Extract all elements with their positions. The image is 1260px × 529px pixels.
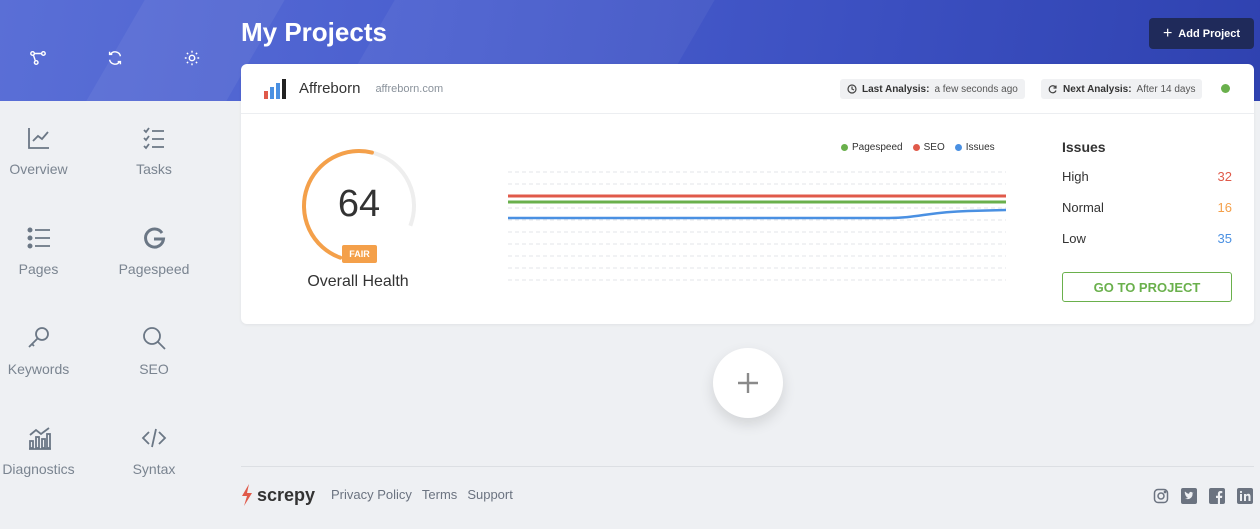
- project-logo-icon: [264, 78, 286, 99]
- project-card-header: Affreborn affreborn.com Last Analysis: a…: [241, 64, 1254, 114]
- line-chart-icon: [27, 128, 49, 149]
- sidebar-item-label: Pagespeed: [118, 261, 190, 277]
- issues-line: [508, 208, 1006, 220]
- list-icon: [27, 227, 50, 249]
- chart-legend: Pagespeed SEO Issues: [841, 142, 995, 153]
- add-project-button[interactable]: + Add Project: [1149, 18, 1254, 49]
- issue-row-low: Low 35: [1062, 231, 1232, 246]
- project-card: Affreborn affreborn.com Last Analysis: a…: [241, 64, 1254, 324]
- project-domain[interactable]: affreborn.com: [375, 83, 443, 95]
- health-label: Overall Health: [307, 273, 409, 290]
- issue-count-low: 35: [1217, 231, 1232, 246]
- linkedin-icon[interactable]: [1237, 488, 1253, 504]
- facebook-icon[interactable]: [1209, 488, 1225, 504]
- footer-link-support[interactable]: Support: [467, 487, 513, 502]
- sidebar: Overview Tasks Pages Pagespeed Keywords …: [0, 101, 230, 529]
- next-analysis-label: Next Analysis:: [1063, 83, 1132, 95]
- issue-count-high: 32: [1217, 169, 1232, 184]
- project-name[interactable]: Affreborn: [299, 80, 360, 97]
- sidebar-top-toolbar: [0, 40, 230, 76]
- trend-chart: [508, 171, 1006, 281]
- instagram-icon[interactable]: [1153, 488, 1169, 504]
- sidebar-item-overview[interactable]: Overview: [0, 101, 77, 201]
- footer-link-terms[interactable]: Terms: [422, 487, 457, 502]
- checklist-icon: [143, 127, 164, 150]
- last-analysis-pill: Last Analysis: a few seconds ago: [840, 79, 1025, 99]
- next-analysis-value: After 14 days: [1136, 83, 1196, 95]
- last-analysis-label: Last Analysis:: [862, 83, 930, 95]
- sidebar-item-keywords[interactable]: Keywords: [0, 301, 77, 401]
- sidebar-item-label: Keywords: [7, 361, 70, 377]
- sidebar-item-label: Overview: [9, 161, 68, 177]
- status-dot: [1221, 84, 1230, 93]
- twitter-icon[interactable]: [1181, 488, 1197, 504]
- page-title: My Projects: [241, 17, 387, 47]
- footer-divider: [241, 466, 1254, 467]
- issues-title: Issues: [1062, 139, 1106, 155]
- footer-link-privacy[interactable]: Privacy Policy: [331, 487, 412, 502]
- legend-item-seo: SEO: [912, 142, 945, 153]
- sidebar-item-label: Pages: [18, 261, 59, 277]
- footer-links: Privacy Policy Terms Support: [331, 487, 513, 502]
- bar-analytics-icon: [28, 427, 51, 450]
- sidebar-item-pagespeed[interactable]: Pagespeed: [77, 201, 231, 301]
- sidebar-item-label: Diagnostics: [2, 461, 75, 477]
- footer-logo[interactable]: screpy: [241, 484, 315, 506]
- health-score: 64: [337, 183, 381, 225]
- screpy-logo-icon: [242, 484, 252, 506]
- issues-panel: Issues High 32 Normal 16 Low 35: [1062, 139, 1232, 262]
- plus-icon: +: [1162, 24, 1173, 42]
- issue-row-normal: Normal 16: [1062, 200, 1232, 215]
- google-g-icon: [144, 227, 166, 249]
- redo-icon: [1048, 85, 1057, 94]
- issue-row-high: High 32: [1062, 169, 1232, 184]
- chart-gridlines: [508, 171, 1006, 281]
- social-links: [1153, 488, 1253, 504]
- sidebar-item-seo[interactable]: SEO: [77, 301, 231, 401]
- settings-icon[interactable]: [153, 40, 230, 76]
- add-project-label: Add Project: [1178, 27, 1241, 40]
- next-analysis-pill: Next Analysis: After 14 days: [1041, 79, 1203, 99]
- sidebar-item-syntax[interactable]: Syntax: [77, 401, 231, 501]
- issue-count-normal: 16: [1217, 200, 1232, 215]
- key-icon: [27, 327, 49, 348]
- search-icon: [143, 327, 166, 350]
- plus-icon: [738, 373, 758, 393]
- sidebar-item-diagnostics[interactable]: Diagnostics: [0, 401, 77, 501]
- sidebar-item-label: Tasks: [136, 161, 172, 177]
- sidebar-item-label: SEO: [139, 361, 169, 377]
- go-to-project-button[interactable]: GO TO PROJECT: [1062, 272, 1232, 302]
- sidebar-item-tasks[interactable]: Tasks: [77, 101, 231, 201]
- code-icon: [141, 428, 167, 448]
- sidebar-item-pages[interactable]: Pages: [0, 201, 77, 301]
- network-icon[interactable]: [0, 40, 77, 76]
- refresh-icon[interactable]: [77, 40, 154, 76]
- add-project-fab[interactable]: [713, 348, 783, 418]
- legend-item-issues: Issues: [954, 142, 995, 153]
- clock-icon: [847, 84, 857, 94]
- health-rating-badge: FAIR: [342, 245, 377, 263]
- last-analysis-value: a few seconds ago: [934, 83, 1018, 95]
- legend-item-pagespeed: Pagespeed: [841, 142, 903, 153]
- sidebar-item-label: Syntax: [132, 461, 176, 477]
